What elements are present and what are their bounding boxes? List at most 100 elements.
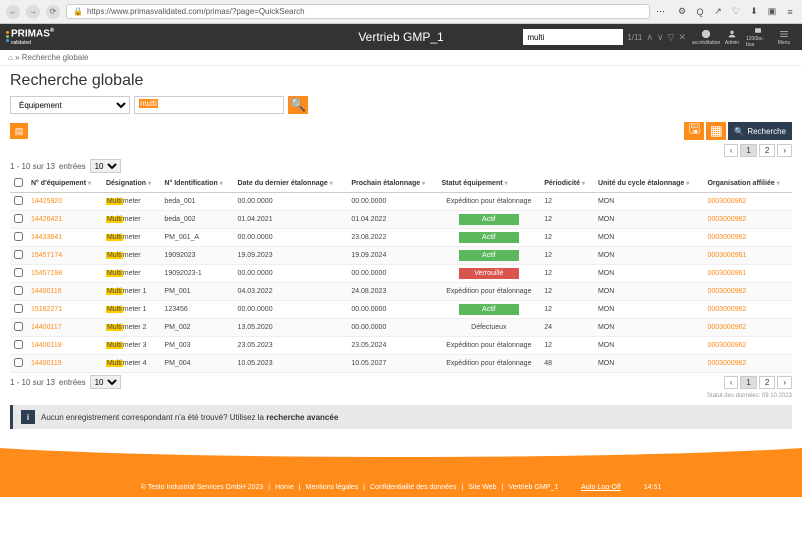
page-prev[interactable]: ‹ (724, 376, 739, 389)
column-header[interactable]: Statut équipement▾ (438, 175, 541, 193)
filter-query-input[interactable]: multi (134, 96, 284, 114)
header-icon-Menu[interactable]: Menu (772, 26, 796, 48)
advanced-search-link[interactable]: recherche avancée (266, 413, 338, 422)
row-checkbox[interactable] (14, 268, 23, 277)
columns-button[interactable]: ▦ (706, 122, 726, 140)
forward-button[interactable]: → (26, 5, 40, 19)
table-body: 14425920Multimeterbeda_00100.00.000000.0… (10, 193, 792, 373)
column-header[interactable]: Unité du cycle étalonnage▾ (594, 175, 703, 193)
row-checkbox[interactable] (14, 304, 23, 313)
equipment-link[interactable]: 14433641 (27, 229, 102, 247)
footer-link[interactable]: Vertrieb GMP_1 (508, 484, 558, 491)
equipment-link[interactable]: 14400119 (27, 355, 102, 373)
list-view-button[interactable]: ▤ (10, 123, 28, 139)
table-row: 15182271Multimeter 112345600.00.000000.0… (10, 301, 792, 319)
page-next[interactable]: › (777, 144, 792, 157)
page-size-select-bottom[interactable]: 10 (90, 375, 121, 389)
menu-icon[interactable]: ≡ (784, 6, 796, 18)
org-link[interactable]: 0003000962 (703, 337, 792, 355)
ext-icon[interactable]: ↗ (712, 6, 724, 18)
table-row: 14400119Multimeter 4PM_00410.05.202310.0… (10, 355, 792, 373)
export-button[interactable]: 🖫 (684, 122, 704, 140)
ext-icon[interactable]: ♡ (730, 6, 742, 18)
row-checkbox[interactable] (14, 232, 23, 241)
find-highlight[interactable]: ▽ (668, 32, 675, 43)
org-link[interactable]: 0003000962 (703, 355, 792, 373)
page-1[interactable]: 1 (740, 144, 756, 157)
status-cell: Expédition pour étalonnage (438, 283, 541, 301)
org-link[interactable]: 0003000962 (703, 193, 792, 211)
column-header[interactable]: Désignation▾ (102, 175, 160, 193)
find-close[interactable]: ✕ (678, 32, 686, 43)
row-checkbox[interactable] (14, 286, 23, 295)
page-next[interactable]: › (777, 376, 792, 389)
filter-type-select[interactable]: Équipement (10, 96, 130, 114)
back-button[interactable]: ← (6, 5, 20, 19)
header-icon-bar: accréditationAdmin1200bc-boaMenu (694, 26, 796, 48)
equipment-link[interactable]: 14400117 (27, 319, 102, 337)
page-title: Recherche globale (10, 72, 792, 90)
org-link[interactable]: 0003000961 (703, 247, 792, 265)
column-header[interactable]: Périodicité▾ (540, 175, 594, 193)
header-icon-1200bc-boa[interactable]: 1200bc-boa (746, 26, 770, 48)
footer-link[interactable]: Home (275, 484, 294, 491)
table-row: 15457198Multimeter19092023-100.00.000000… (10, 265, 792, 283)
equipment-link[interactable]: 14425920 (27, 193, 102, 211)
column-header[interactable]: N° d'équipement▾ (27, 175, 102, 193)
footer-link[interactable]: Mentions légales (306, 484, 359, 491)
column-header[interactable]: Organisation affiliée▾ (703, 175, 792, 193)
row-checkbox[interactable] (14, 340, 23, 349)
footer-link[interactable]: Site Web (468, 484, 496, 491)
meatball-icon[interactable]: ⋯ (656, 6, 670, 17)
header-icon-Admin[interactable]: Admin (720, 26, 744, 48)
equipment-link[interactable]: 15457198 (27, 265, 102, 283)
org-link[interactable]: 0003000962 (703, 319, 792, 337)
breadcrumb-home[interactable]: ⌂ (8, 53, 13, 62)
footer-link[interactable]: Confidentialité des données (370, 484, 456, 491)
equipment-link[interactable]: 14400116 (27, 283, 102, 301)
table-row: 14400116Multimeter 1PM_00104.03.202224.0… (10, 283, 792, 301)
equipment-link[interactable]: 14400118 (27, 337, 102, 355)
row-checkbox[interactable] (14, 196, 23, 205)
find-input[interactable] (523, 29, 623, 45)
find-next[interactable]: ∨ (657, 32, 664, 43)
ext-icon[interactable]: ▣ (766, 6, 778, 18)
ext-icon[interactable]: Q (694, 6, 706, 18)
header-icon-accréditation[interactable]: accréditation (694, 26, 718, 48)
results-table: N° d'équipement▾Désignation▾N° Identific… (10, 175, 792, 373)
url-bar[interactable]: 🔒 https://www.primasvalidated.com/primas… (66, 4, 650, 19)
table-search-button[interactable]: 🔍Recherche (728, 122, 792, 140)
table-row: 14425920Multimeterbeda_00100.00.000000.0… (10, 193, 792, 211)
equipment-link[interactable]: 14426421 (27, 211, 102, 229)
row-checkbox[interactable] (14, 214, 23, 223)
lock-icon: 🔒 (73, 7, 83, 16)
select-all-checkbox[interactable] (14, 178, 23, 187)
page-size-select[interactable]: 10 (90, 159, 121, 173)
status-cell: Actif (438, 301, 541, 319)
equipment-link[interactable]: 15457174 (27, 247, 102, 265)
org-link[interactable]: 0003000962 (703, 211, 792, 229)
chrome-extension-icons: ⚙ Q ↗ ♡ ⬇ ▣ ≡ (676, 6, 796, 18)
org-link[interactable]: 0003000962 (703, 229, 792, 247)
auto-logoff[interactable]: Auto Log-Off (581, 484, 621, 491)
column-header[interactable]: Prochain étalonnage▾ (347, 175, 437, 193)
row-checkbox[interactable] (14, 322, 23, 331)
ext-icon[interactable]: ⬇ (748, 6, 760, 18)
page-prev[interactable]: ‹ (724, 144, 739, 157)
org-link[interactable]: 0003000961 (703, 265, 792, 283)
url-text: https://www.primasvalidated.com/primas/?… (87, 7, 305, 16)
org-link[interactable]: 0003000962 (703, 283, 792, 301)
org-link[interactable]: 0003000962 (703, 301, 792, 319)
equipment-link[interactable]: 15182271 (27, 301, 102, 319)
row-checkbox[interactable] (14, 250, 23, 259)
reload-button[interactable]: ⟳ (46, 5, 60, 19)
app-logo[interactable]: PRIMAS®validated (6, 28, 54, 45)
column-header[interactable]: N° Identification▾ (160, 175, 233, 193)
page-2[interactable]: 2 (759, 144, 775, 157)
column-header[interactable]: Date du dernier étalonnage▾ (234, 175, 348, 193)
row-checkbox[interactable] (14, 358, 23, 367)
filter-search-button[interactable]: 🔍 (288, 96, 308, 114)
find-prev[interactable]: ∧ (646, 32, 653, 43)
ext-icon[interactable]: ⚙ (676, 6, 688, 18)
status-cell: Actif (438, 211, 541, 229)
